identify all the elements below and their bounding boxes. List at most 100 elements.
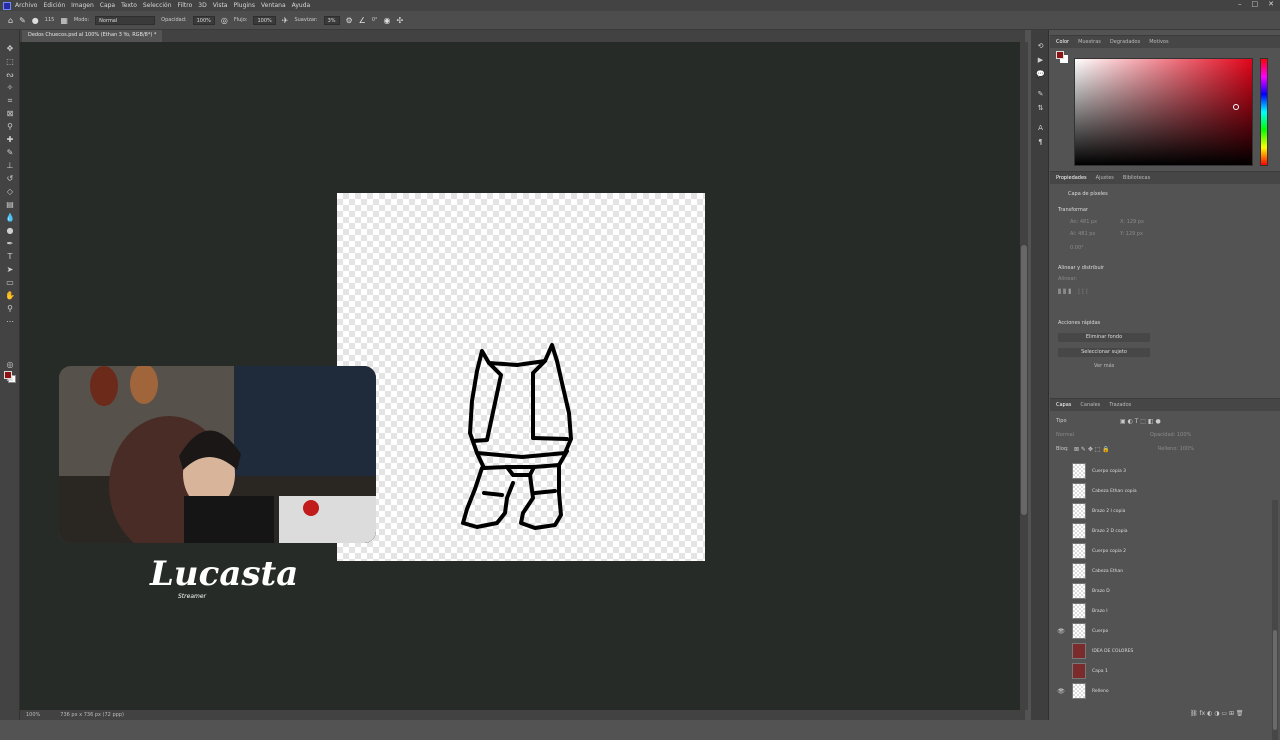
eyedropper-tool-icon[interactable]: ⚲ — [5, 122, 15, 132]
tab-patterns[interactable]: Motivos — [1149, 39, 1168, 45]
actions-panel-icon[interactable]: ▶ — [1036, 56, 1045, 65]
symmetry-icon[interactable]: ✣ — [397, 16, 404, 25]
document-canvas[interactable] — [337, 193, 705, 561]
pressure-opacity-icon[interactable]: ◎ — [221, 16, 228, 25]
layer-row[interactable]: Cabeza Ethan copia — [1050, 481, 1272, 501]
layer-row[interactable]: Brazo 2 D copia — [1050, 521, 1272, 541]
foreground-color-swatch[interactable] — [4, 371, 12, 379]
layer-row[interactable]: Brazo I — [1050, 601, 1272, 621]
remove-background-button[interactable]: Eliminar fondo — [1058, 333, 1150, 342]
dodge-tool-icon[interactable]: ● — [5, 226, 15, 236]
more-tools-icon[interactable]: ⋯ — [5, 317, 15, 327]
layer-row[interactable]: 👁 Cuerpo — [1050, 621, 1272, 641]
menu-capa[interactable]: Capa — [100, 2, 115, 9]
crop-tool-icon[interactable]: ⌗ — [5, 96, 15, 106]
transform-angle[interactable]: 0.00° — [1070, 245, 1084, 251]
zoom-tool-icon[interactable]: ⚲ — [5, 304, 15, 314]
magic-wand-tool-icon[interactable]: ✧ — [5, 83, 15, 93]
healing-brush-tool-icon[interactable]: ✚ — [5, 135, 15, 145]
layer-filter-icons[interactable]: ▣ ◐ T ⬚ ◧ ● — [1120, 418, 1161, 425]
layer-opacity-input[interactable]: Opacidad: 100% — [1150, 432, 1191, 438]
zoom-level[interactable]: 100% — [26, 712, 40, 718]
layers-scroll-thumb[interactable] — [1273, 630, 1277, 730]
brush-settings-icon[interactable]: ▦ — [60, 16, 68, 25]
transform-y[interactable]: Y: 129 px — [1120, 231, 1143, 237]
menu-edicion[interactable]: Edición — [43, 2, 65, 9]
menu-plugins[interactable]: Plugins — [233, 2, 255, 9]
quick-actions-title[interactable]: Acciones rápidas — [1058, 320, 1100, 326]
eye-icon[interactable]: 👁 — [1054, 628, 1068, 635]
mode-select[interactable]: Normal — [95, 15, 156, 25]
menu-imagen[interactable]: Imagen — [71, 2, 94, 9]
transform-x[interactable]: X: 129 px — [1120, 219, 1144, 225]
close-button[interactable]: ✕ — [1268, 0, 1274, 8]
menu-ayuda[interactable]: Ayuda — [292, 2, 311, 9]
type-tool-icon[interactable]: T — [5, 252, 15, 262]
tab-gradients[interactable]: Degradados — [1110, 39, 1140, 45]
paragraph-panel-icon[interactable]: ¶ — [1036, 138, 1045, 147]
layer-row[interactable]: Brazo D — [1050, 581, 1272, 601]
smoothing-input[interactable]: 3% — [323, 15, 340, 25]
lock-icons[interactable]: ⊠ ✎ ✥ ⬚ 🔒 — [1074, 446, 1110, 453]
color-picker-cursor[interactable] — [1233, 104, 1239, 110]
hue-slider[interactable] — [1260, 58, 1268, 166]
color-field[interactable] — [1074, 58, 1253, 166]
align-buttons-icon[interactable]: ⫴ ⫴ ⫴ ⫶ ⫶ ⫶ — [1058, 288, 1088, 297]
tab-layers[interactable]: Capas — [1056, 402, 1071, 408]
align-section-title[interactable]: Alinear y distribuir — [1058, 265, 1104, 271]
layer-fill-input[interactable]: Relleno: 100% — [1158, 446, 1194, 452]
menu-3d[interactable]: 3D — [198, 2, 206, 9]
maximize-button[interactable]: □ — [1252, 0, 1259, 8]
opacity-input[interactable]: 100% — [192, 15, 215, 25]
menu-texto[interactable]: Texto — [121, 2, 137, 9]
smoothing-settings-icon[interactable]: ⚙ — [346, 16, 353, 25]
menu-filtro[interactable]: Filtro — [178, 2, 193, 9]
adjustments-panel-icon[interactable]: ⇅ — [1036, 104, 1045, 113]
brush-settings-panel-icon[interactable]: ✎ — [1036, 90, 1045, 99]
tab-properties[interactable]: Propiedades — [1056, 175, 1087, 181]
eraser-tool-icon[interactable]: ◇ — [5, 187, 15, 197]
see-more-link[interactable]: Ver más — [1094, 363, 1114, 369]
tab-paths[interactable]: Trazados — [1109, 402, 1131, 408]
tab-color[interactable]: Color — [1056, 39, 1069, 45]
minimize-button[interactable]: – — [1238, 0, 1242, 8]
layer-row[interactable]: Capa 1 — [1050, 661, 1272, 681]
rectangle-tool-icon[interactable]: ▭ — [5, 278, 15, 288]
transform-height[interactable]: Al: 481 px — [1070, 231, 1095, 237]
layer-row[interactable]: 👁 Relleno — [1050, 681, 1272, 701]
gradient-tool-icon[interactable]: ▤ — [5, 200, 15, 210]
menu-vista[interactable]: Vista — [213, 2, 228, 9]
layer-row[interactable]: Brazo 2 I copia — [1050, 501, 1272, 521]
move-tool-icon[interactable]: ✥ — [5, 44, 15, 54]
menu-ventana[interactable]: Ventana — [261, 2, 286, 9]
select-subject-button[interactable]: Seleccionar sujeto — [1058, 348, 1150, 357]
hand-tool-icon[interactable]: ✋ — [5, 291, 15, 301]
frame-tool-icon[interactable]: ⊠ — [5, 109, 15, 119]
layer-row[interactable]: Cabeza Ethan — [1050, 561, 1272, 581]
eye-icon[interactable]: 👁 — [1054, 688, 1068, 695]
home-icon[interactable]: ⌂ — [8, 16, 13, 25]
menu-seleccion[interactable]: Selección — [143, 2, 172, 9]
blur-tool-icon[interactable]: 💧 — [5, 213, 15, 223]
layer-filter-select[interactable]: Tipo — [1056, 418, 1067, 424]
document-size[interactable]: 736 px x 736 px (72 ppp) — [60, 712, 124, 718]
history-brush-tool-icon[interactable]: ↺ — [5, 174, 15, 184]
path-selection-tool-icon[interactable]: ➤ — [5, 265, 15, 275]
marquee-tool-icon[interactable]: ⬚ — [5, 57, 15, 67]
layer-row[interactable]: Cuerpo copia 3 — [1050, 461, 1272, 481]
history-panel-icon[interactable]: ⟲ — [1036, 42, 1045, 51]
clone-stamp-tool-icon[interactable]: ⊥ — [5, 161, 15, 171]
transform-width[interactable]: An: 481 px — [1070, 219, 1097, 225]
tab-swatches[interactable]: Muestras — [1078, 39, 1101, 45]
document-tab[interactable]: Dedos Chuecos.psd al 100% (Ethan 3 Yo, R… — [22, 30, 163, 42]
layer-actions-icons[interactable]: ⛓ fx ◐ ◑ ▭ ⊞ 🗑 — [1190, 710, 1244, 717]
layer-blend-mode-select[interactable]: Normal — [1056, 432, 1074, 438]
transform-section-title[interactable]: Transformar — [1058, 207, 1088, 213]
brush-tool-icon[interactable]: ✎ — [19, 16, 26, 25]
angle-value[interactable]: 0° — [372, 17, 378, 23]
photoshop-logo-icon[interactable] — [3, 1, 11, 10]
character-panel-icon[interactable]: A — [1036, 124, 1045, 133]
menu-archivo[interactable]: Archivo — [15, 2, 37, 9]
airbrush-icon[interactable]: ✈ — [282, 16, 289, 25]
pen-tool-icon[interactable]: ✒ — [5, 239, 15, 249]
